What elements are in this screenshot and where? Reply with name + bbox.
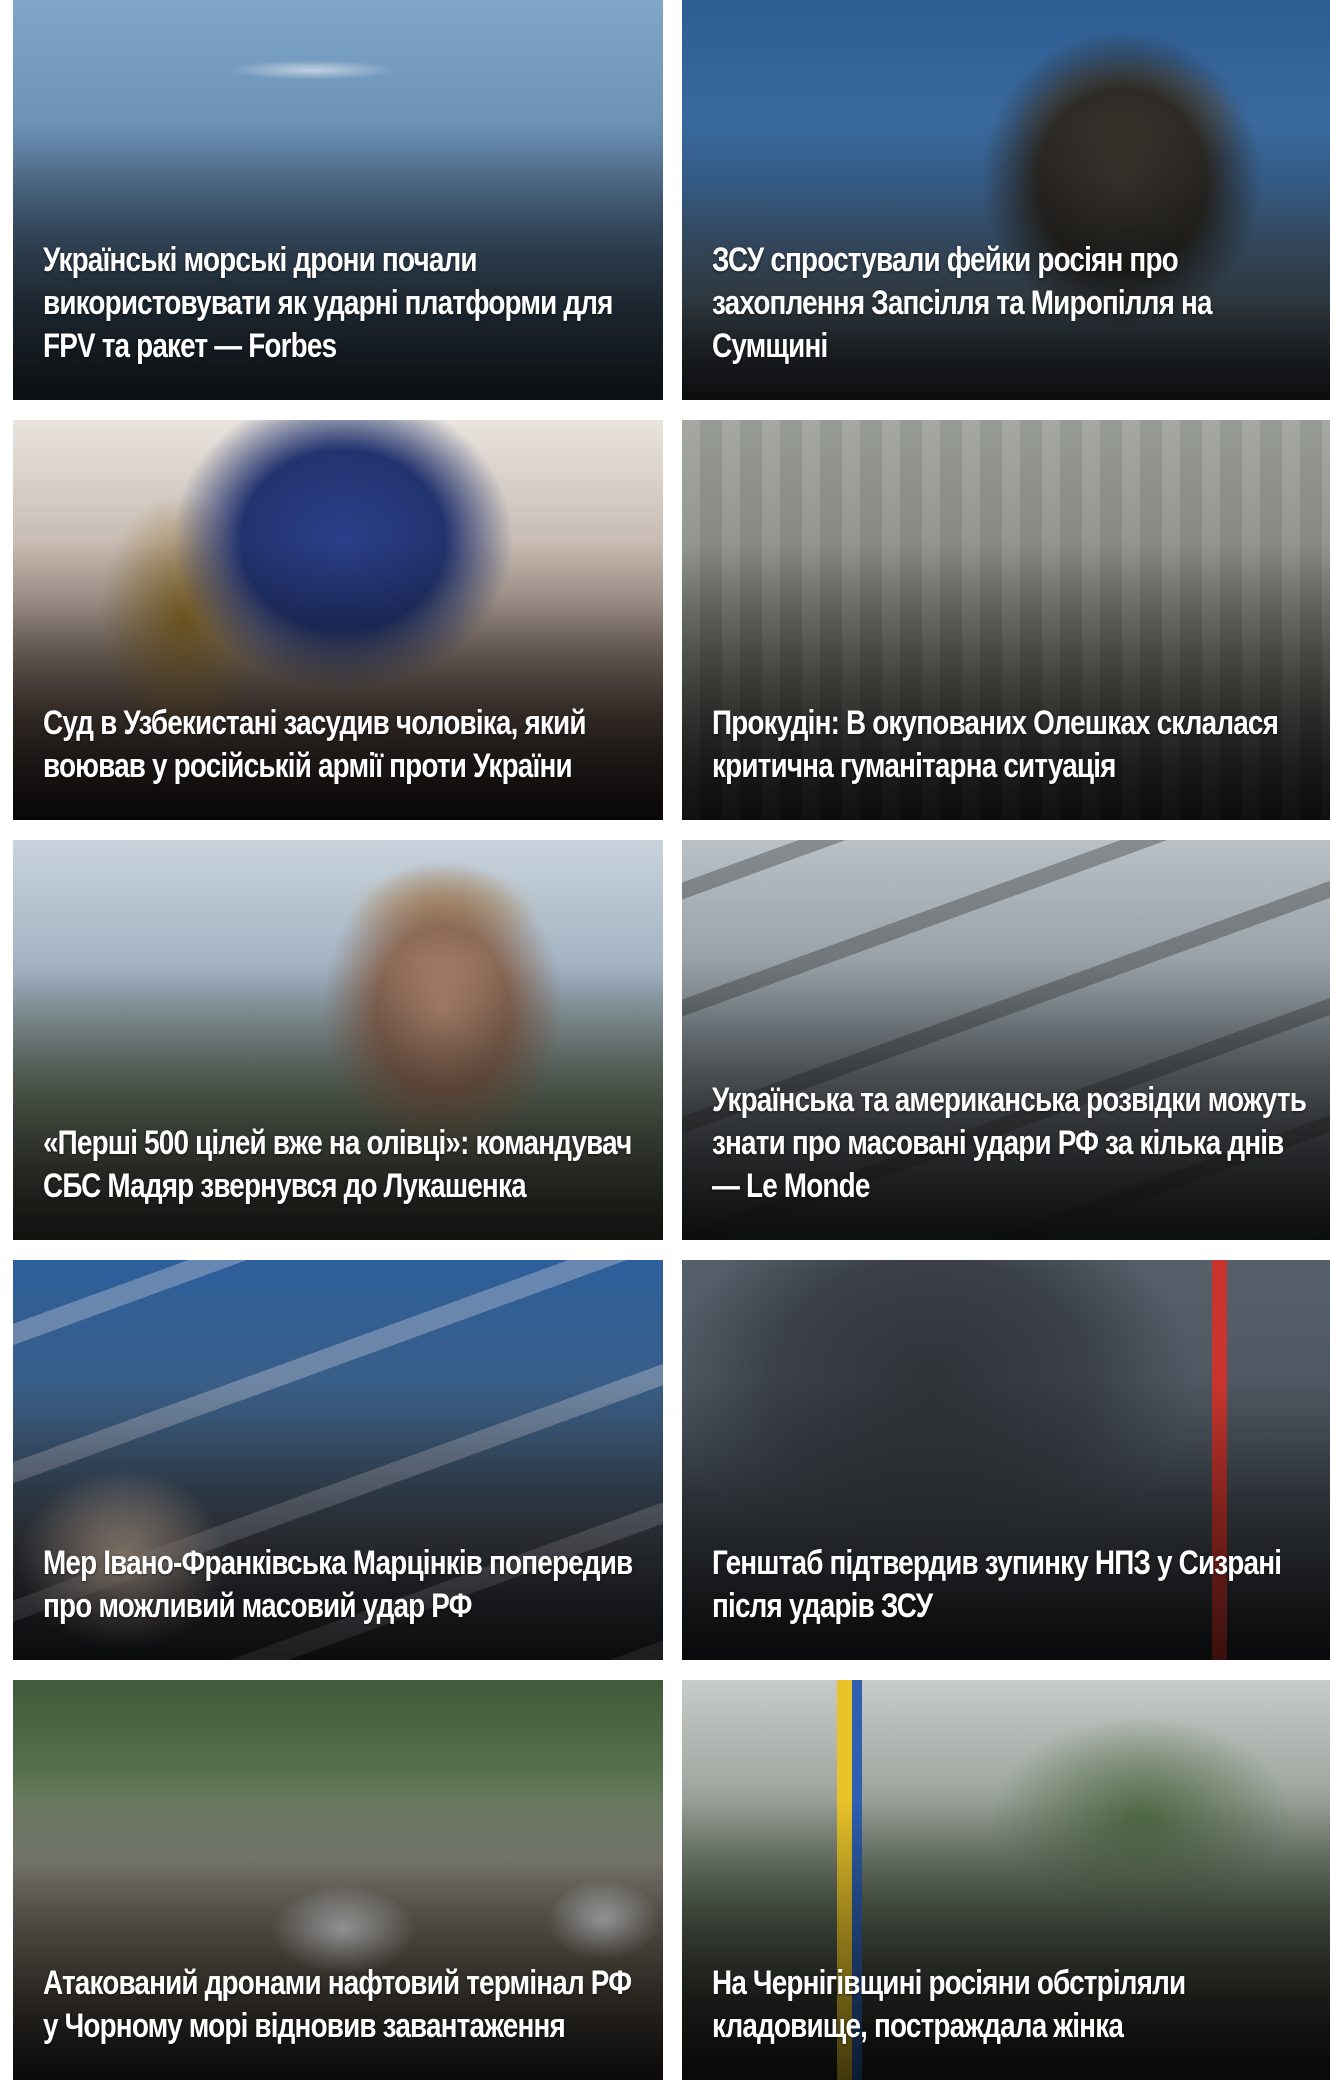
news-card[interactable]: Українська та американська розвідки можу…: [682, 840, 1330, 1240]
news-card-title[interactable]: Українські морські дрони почали використ…: [43, 239, 633, 368]
news-card-title[interactable]: Прокудін: В окупованих Олешках склалася …: [712, 702, 1311, 788]
news-card-title[interactable]: «Перші 500 цілей вже на олівці»: команду…: [43, 1122, 633, 1208]
news-card[interactable]: Мер Івано-Франківська Марцінків попереди…: [13, 1260, 663, 1660]
news-card[interactable]: Атакований дронами нафтовий термінал РФ …: [13, 1680, 663, 2080]
news-card-title[interactable]: Мер Івано-Франківська Марцінків попереди…: [43, 1542, 633, 1628]
news-card-title[interactable]: Генштаб підтвердив зупинку НПЗ у Сизрані…: [712, 1542, 1311, 1628]
news-card-title[interactable]: ЗСУ спростували фейки росіян про захопле…: [712, 239, 1311, 368]
news-card[interactable]: Генштаб підтвердив зупинку НПЗ у Сизрані…: [682, 1260, 1330, 1660]
news-card[interactable]: На Чернігівщині росіяни обстріляли кладо…: [682, 1680, 1330, 2080]
news-card-title[interactable]: На Чернігівщині росіяни обстріляли кладо…: [712, 1962, 1311, 2048]
news-card-title[interactable]: Атакований дронами нафтовий термінал РФ …: [43, 1962, 633, 2048]
news-card[interactable]: «Перші 500 цілей вже на олівці»: команду…: [13, 840, 663, 1240]
news-card-title[interactable]: Українська та американська розвідки можу…: [712, 1079, 1311, 1208]
news-card-title[interactable]: Суд в Узбекистані засудив чоловіка, який…: [43, 702, 633, 788]
news-grid: Українські морські дрони почали використ…: [13, 0, 1330, 2080]
news-card[interactable]: Українські морські дрони почали використ…: [13, 0, 663, 400]
news-card[interactable]: Прокудін: В окупованих Олешках склалася …: [682, 420, 1330, 820]
news-card[interactable]: Суд в Узбекистані засудив чоловіка, який…: [13, 420, 663, 820]
news-card[interactable]: ЗСУ спростували фейки росіян про захопле…: [682, 0, 1330, 400]
